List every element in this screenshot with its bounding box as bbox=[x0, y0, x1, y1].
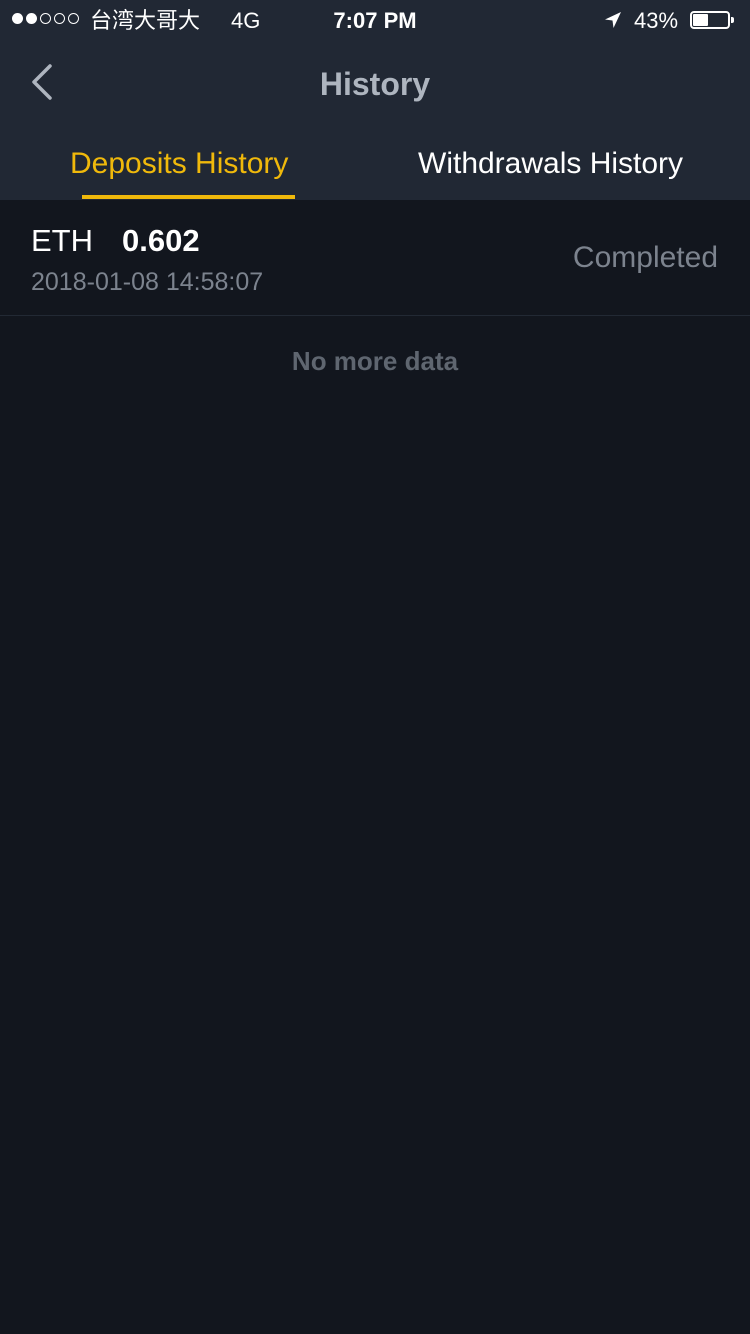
page-title: History bbox=[319, 66, 431, 102]
active-tab-indicator bbox=[82, 195, 295, 199]
location-arrow-icon bbox=[605, 12, 621, 28]
record-amount: 0.602 bbox=[122, 223, 200, 258]
battery-percentage: 43% bbox=[634, 8, 679, 33]
tab-bar: Deposits History Withdrawals History bbox=[0, 140, 750, 200]
tab-deposits-history[interactable]: Deposits History bbox=[70, 140, 288, 200]
battery-fill bbox=[693, 14, 708, 26]
tab-withdrawals-history[interactable]: Withdrawals History bbox=[418, 140, 683, 200]
list-end-message: No more data bbox=[291, 346, 459, 376]
list-item[interactable]: ETH 0.602 2018-01-08 14:58:07 Completed bbox=[0, 200, 750, 316]
record-status: Completed bbox=[572, 241, 718, 274]
battery-icon bbox=[690, 11, 734, 29]
header: History Deposits History Withdrawals His… bbox=[0, 40, 750, 200]
record-coin: ETH bbox=[31, 223, 93, 258]
record-timestamp: 2018-01-08 14:58:07 bbox=[31, 268, 264, 296]
status-bar: 台湾大哥大 4G 7:07 PM 43% bbox=[0, 0, 750, 40]
